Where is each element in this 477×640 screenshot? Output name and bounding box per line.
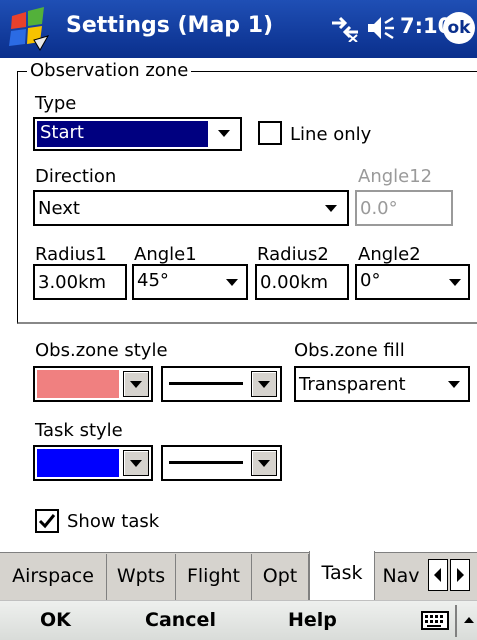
observation-zone-group-label: Observation zone [27,60,192,81]
direction-dropdown[interactable]: Next [33,190,349,226]
chevron-down-icon [325,205,337,212]
arrow-left-icon [434,568,441,582]
radius2-label: Radius2 [257,244,329,265]
obs-zone-line-style-dropdown[interactable] [161,366,282,402]
angle1-label: Angle1 [134,244,197,265]
type-selected-highlight: Start [37,121,208,147]
obs-zone-style-label: Obs.zone style [35,340,168,361]
obs-zone-color-swatch [37,370,119,398]
type-label: Type [35,93,77,114]
direction-value: Next [38,198,80,219]
chevron-down-icon [130,460,142,467]
help-softkey[interactable]: Help [288,609,337,631]
type-value: Start [40,122,84,143]
ok-close-button[interactable]: ok [443,12,475,44]
direction-label: Direction [35,166,117,187]
volume-icon[interactable] [366,14,396,42]
obs-zone-color-dropdown[interactable] [33,366,153,402]
cancel-softkey[interactable]: Cancel [145,609,216,631]
tab-scroll-left-button[interactable] [428,559,448,591]
angle12-field[interactable]: 0.0° [355,190,453,226]
obs-zone-fill-label: Obs.zone fill [294,340,405,361]
angle1-value: 45° [137,270,169,291]
line-only-checkbox[interactable] [258,121,282,145]
tab-nav[interactable]: Nav [375,554,427,600]
arrow-right-icon [457,568,464,582]
tab-task[interactable]: Task [309,551,375,600]
angle12-label: Angle12 [358,166,433,187]
type-dropdown[interactable]: Start [33,117,242,151]
angle2-dropdown[interactable]: 0° [355,264,470,300]
angle2-label: Angle2 [358,244,421,265]
ok-softkey[interactable]: OK [40,609,71,631]
tab-flight[interactable]: Flight [176,554,252,600]
chevron-down-icon [130,381,142,388]
tab-strip: Airspace Wpts Flight Opt Task Nav [0,551,477,600]
radius2-field[interactable]: 0.00km [255,264,349,300]
radius2-value: 0.00km [260,272,329,293]
task-color-dropdown[interactable] [33,445,153,481]
line-style-preview [169,461,243,464]
chevron-down-icon [449,279,461,286]
menu-divider [455,605,457,637]
window-title: Settings (Map 1) [66,13,274,38]
line-style-preview [169,382,243,385]
title-bar: Settings (Map 1) 7:10 ok [0,0,477,58]
task-line-style-dropdown[interactable] [161,445,282,481]
chevron-down-icon [448,381,460,388]
tab-opt[interactable]: Opt [252,554,309,600]
tab-wpts[interactable]: Wpts [107,554,176,600]
input-panel-arrow-icon[interactable] [462,609,476,631]
task-color-arrow-button [123,450,149,476]
radius1-label: Radius1 [35,244,107,265]
tab-scroll-right-button[interactable] [450,559,470,591]
task-line-arrow-button [251,450,277,476]
angle2-value: 0° [360,270,381,291]
angle1-dropdown[interactable]: 45° [132,264,248,300]
keyboard-icon[interactable] [421,609,451,631]
show-task-checkbox[interactable] [35,509,59,533]
obs-zone-color-arrow-button [123,371,149,397]
chevron-down-icon [258,460,270,467]
obs-zone-fill-dropdown[interactable]: Transparent [294,366,470,402]
task-style-label: Task style [35,420,123,441]
radius1-field[interactable]: 3.00km [33,264,127,300]
windows-start-icon[interactable] [4,6,56,52]
radius1-value: 3.00km [38,272,107,293]
checkmark-icon [38,514,56,529]
connectivity-icon[interactable] [330,14,360,43]
chevron-down-icon [226,279,238,286]
angle12-value: 0.0° [360,198,398,219]
task-color-swatch [37,449,119,477]
chevron-down-icon [218,130,230,137]
tab-airspace[interactable]: Airspace [0,554,107,600]
chevron-down-icon [258,381,270,388]
show-task-label: Show task [67,511,160,532]
menu-bar: OK Cancel Help [0,600,477,640]
obs-zone-line-arrow-button [251,371,277,397]
line-only-label: Line only [290,124,372,145]
obs-zone-fill-value: Transparent [299,374,406,395]
